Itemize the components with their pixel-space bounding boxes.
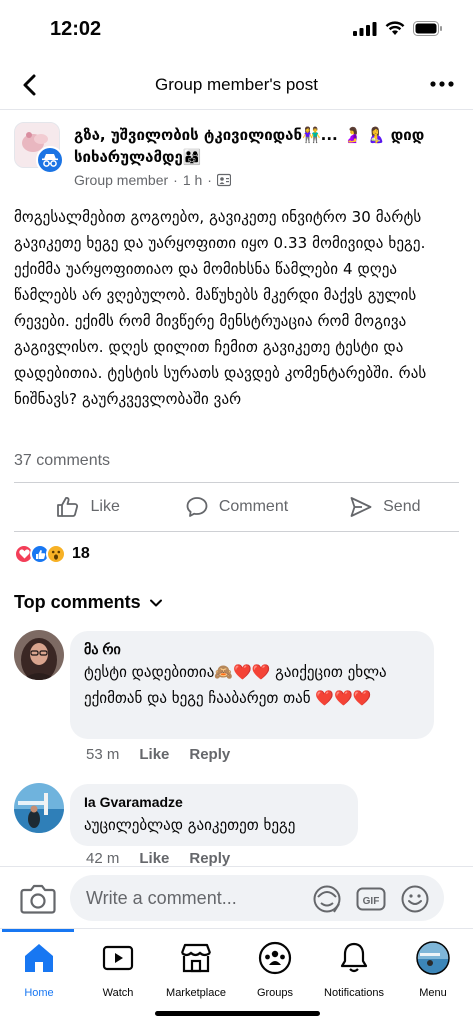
tab-label: Notifications [324, 987, 384, 999]
battery-icon [413, 21, 442, 36]
comment-bubble[interactable]: მა რი ტესტი დადებითია🙈❤️❤️ გაიქეცით ეხლა… [70, 631, 434, 739]
cellular-signal-icon [353, 21, 377, 36]
post-text: მოგესალმებით გოგოებო, გავიკეთე ინვიტრო 3… [14, 208, 427, 408]
comment-author[interactable]: მა რი [84, 639, 420, 659]
comment-label: Comment [218, 498, 289, 515]
page-title: Group member's post [155, 75, 318, 94]
send-icon [350, 497, 372, 517]
tab-label: Groups [256, 987, 294, 999]
top-comments-sort[interactable]: Top comments [14, 592, 163, 613]
meta-separator: · [207, 172, 212, 188]
comment-text: აუცილებლად გაიკეთეთ ხეგე [84, 816, 296, 834]
comment-like-button[interactable]: Like [139, 746, 169, 763]
like-label: Like [90, 498, 120, 515]
avatar-sticker-icon[interactable] [312, 884, 342, 914]
comment-reply-button[interactable]: Reply [189, 850, 230, 867]
status-time: 12:02 [50, 18, 102, 40]
comment-input[interactable] [70, 875, 444, 921]
status-bar: 12:02 [0, 0, 473, 60]
thumbs-up-icon [57, 496, 79, 517]
comment-reply-button[interactable]: Reply [189, 746, 230, 763]
meta-separator: · [173, 172, 178, 188]
watch-icon [102, 945, 134, 971]
emoji-icon[interactable] [400, 884, 430, 914]
bottom-tab-bar: Home Watch Marketplace Groups Notificati… [0, 928, 473, 1024]
send-label: Send [383, 498, 421, 515]
wow-reaction-icon [46, 544, 66, 564]
gif-icon[interactable]: GIF [356, 884, 386, 914]
bell-icon [340, 942, 368, 973]
active-tab-indicator [2, 929, 74, 932]
comment-author[interactable]: Ia Gvaramadze [84, 792, 344, 812]
more-options-icon[interactable] [429, 74, 455, 94]
reactions-summary[interactable]: 18 [14, 544, 90, 564]
tab-label: Home [24, 987, 54, 999]
group-name[interactable]: გზა, უშვილობის ტკივილიდან👫... 🤰 🤱 დიდ სი… [74, 124, 459, 168]
svg-text:GIF: GIF [363, 896, 380, 907]
nav-bar: Group member's post [0, 60, 473, 110]
comment-bubble[interactable]: Ia Gvaramadze აუცილებლად გაიკეთეთ ხეგე [70, 784, 358, 846]
comment-composer: GIF [0, 866, 473, 928]
tab-label: Marketplace [166, 987, 226, 999]
send-button[interactable]: Send [311, 483, 459, 531]
member-role: Group member [74, 172, 169, 188]
tab-label: Menu [419, 987, 447, 999]
post-header: გზა, უშვილობის ტკივილიდან👫... 🤰 🤱 დიდ სი… [14, 122, 459, 194]
status-icons [353, 21, 443, 36]
anonymous-member-icon [36, 146, 64, 174]
comment-text: ტესტი დადებითია🙈❤️❤️ გაიქეცით ეხლა ექიმთ… [84, 663, 387, 707]
like-button[interactable]: Like [14, 483, 162, 531]
commenter-avatar[interactable] [14, 783, 64, 833]
comment-time: 42 m [86, 850, 120, 867]
comment-button[interactable]: Comment [162, 483, 310, 531]
home-icon [25, 944, 53, 972]
groups-icon [258, 941, 292, 975]
wifi-icon [385, 21, 405, 35]
post-meta: Group member · 1 h · [74, 172, 231, 188]
reaction-count: 18 [72, 545, 90, 562]
group-audience-icon [216, 173, 231, 187]
tab-menu[interactable]: Menu [386, 939, 473, 1000]
camera-icon[interactable] [20, 881, 56, 915]
top-comments-label: Top comments [14, 592, 141, 612]
comment-time: 53 m [86, 746, 120, 763]
comment-like-button[interactable]: Like [139, 850, 169, 867]
comment-bubble-icon [186, 497, 208, 517]
chevron-down-icon [149, 599, 162, 606]
marketplace-icon [180, 943, 212, 973]
profile-avatar [416, 941, 450, 975]
post-action-bar: Like Comment Send [14, 482, 459, 532]
comment-actions: 42 m Like Reply [86, 850, 230, 867]
comments-count[interactable]: 37 comments [14, 452, 110, 470]
post-time[interactable]: 1 h [183, 172, 202, 188]
comment-actions: 53 m Like Reply [86, 746, 230, 763]
tab-label: Watch [102, 987, 134, 999]
home-indicator [155, 1011, 320, 1016]
commenter-avatar[interactable] [14, 630, 64, 680]
